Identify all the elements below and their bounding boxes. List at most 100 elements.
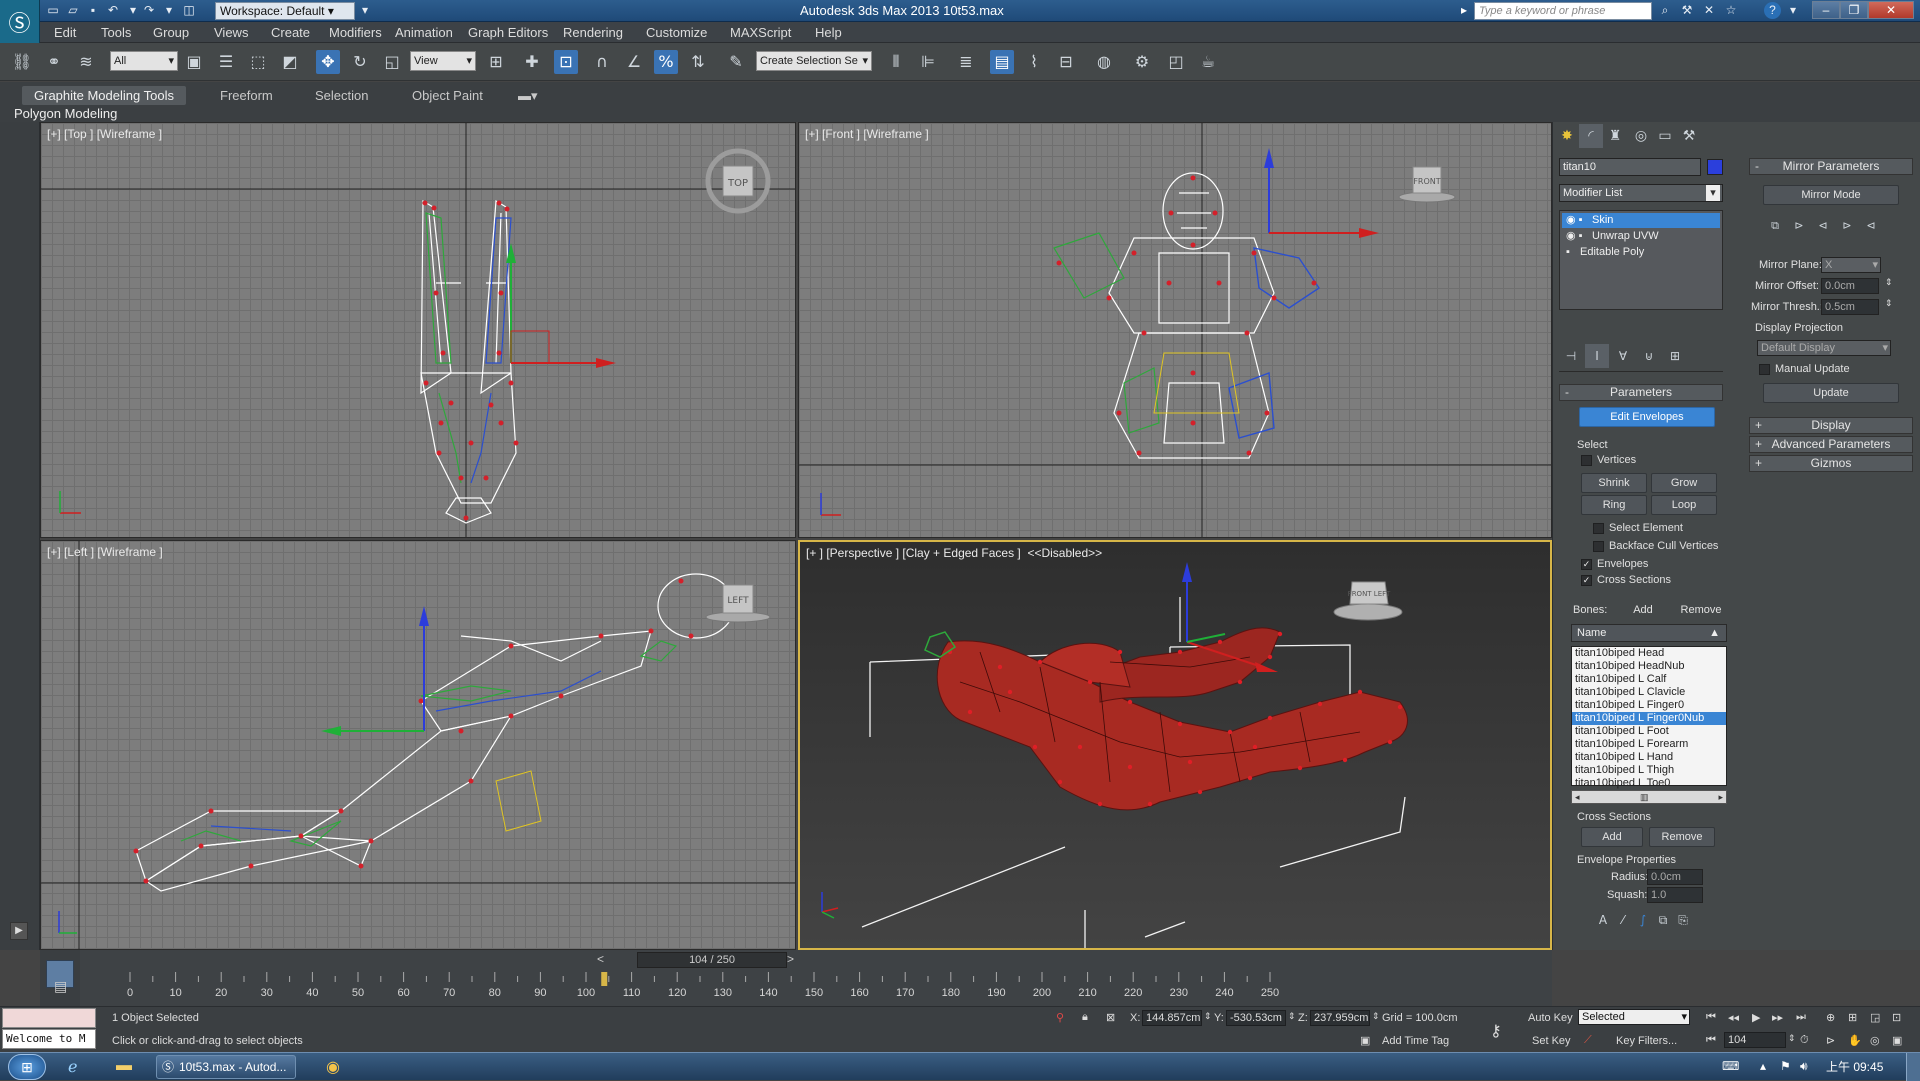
- mirror-parameters-rollout-header[interactable]: - Mirror Parameters: [1749, 158, 1913, 175]
- curve-editor-icon[interactable]: ⌇: [1022, 50, 1046, 74]
- file-explorer-icon[interactable]: ▬: [116, 1057, 132, 1075]
- grow-button[interactable]: Grow: [1651, 473, 1717, 493]
- rendered-frame-window-icon[interactable]: ◰: [1164, 50, 1188, 74]
- zoom-extents-icon[interactable]: ◲: [1870, 1011, 1880, 1024]
- mirror-offset-spinner[interactable]: 0.0cm: [1821, 278, 1879, 294]
- binoculars-icon[interactable]: ⌕: [1656, 2, 1674, 19]
- viewport-left[interactable]: LEFT [+] [Left ] [Wireframe ]: [40, 540, 796, 950]
- schematic-view-icon[interactable]: ⊟: [1054, 50, 1078, 74]
- help-icon[interactable]: ?: [1764, 2, 1781, 19]
- save-file-icon[interactable]: ▪: [84, 2, 102, 19]
- cross-sections-checkbox[interactable]: ✓: [1581, 575, 1592, 586]
- snaps-toggle-icon[interactable]: ∩: [590, 50, 614, 74]
- bone-list-item-selected[interactable]: titan10biped L Finger0Nub: [1572, 712, 1726, 725]
- mirror-icon[interactable]: ⫴: [884, 50, 908, 74]
- select-object-icon[interactable]: ▣: [182, 50, 206, 74]
- workspace-dropdown-arrow-icon[interactable]: ▾: [356, 2, 374, 19]
- display-projection-dropdown[interactable]: Default Display ▾: [1757, 340, 1891, 356]
- redo-dropdown-icon[interactable]: ▾: [160, 2, 178, 19]
- object-name-field[interactable]: titan10: [1559, 158, 1701, 176]
- paste-green-to-blue-verts-icon[interactable]: ⊳: [1835, 214, 1859, 238]
- named-selection-sets-dropdown[interactable]: Create Selection Se ▾: [756, 51, 872, 71]
- select-manipulate-icon[interactable]: ✚: [520, 50, 544, 74]
- create-tab-icon[interactable]: ✸: [1555, 124, 1579, 148]
- maximize-viewport-icon[interactable]: ▣: [1892, 1034, 1902, 1047]
- bone-list-item[interactable]: titan10biped Head: [1572, 647, 1726, 660]
- favorites-icon[interactable]: ☆: [1722, 2, 1740, 19]
- mirror-thresh-spin-arrows-icon[interactable]: ⇕: [1885, 298, 1893, 309]
- z-coordinate-field[interactable]: 237.959cm: [1310, 1010, 1370, 1026]
- action-center-icon[interactable]: ⚑: [1780, 1059, 1791, 1073]
- align-icon[interactable]: ⊫: [916, 50, 940, 74]
- material-editor-icon[interactable]: ◍: [1092, 50, 1116, 74]
- render-setup-icon[interactable]: ⚙: [1130, 50, 1154, 74]
- menu-animation[interactable]: Animation: [395, 25, 453, 40]
- y-coordinate-field[interactable]: -530.53cm: [1226, 1010, 1286, 1026]
- update-button[interactable]: Update: [1763, 383, 1899, 403]
- stack-item-editable-poly[interactable]: ▪ Editable Poly: [1562, 245, 1720, 260]
- auto-key-button[interactable]: Auto Key: [1528, 1012, 1573, 1024]
- zoom-icon[interactable]: ⊕: [1826, 1011, 1835, 1024]
- redo-icon[interactable]: ↷: [140, 2, 158, 19]
- viewport-front[interactable]: FRONT [+] [Front ] [Wireframe ]: [798, 122, 1552, 538]
- bone-list-item[interactable]: titan10biped L Foot: [1572, 725, 1726, 738]
- motion-tab-icon[interactable]: ◎: [1629, 124, 1653, 148]
- show-desktop-button[interactable]: [1906, 1053, 1920, 1081]
- configure-modifier-sets-icon[interactable]: ⊞: [1663, 344, 1687, 368]
- shrink-button[interactable]: Shrink: [1581, 473, 1647, 493]
- unlink-icon[interactable]: ⚭: [42, 50, 66, 74]
- select-by-name-icon[interactable]: ☰: [214, 50, 238, 74]
- keyboard-layout-icon[interactable]: ⌨: [1722, 1059, 1739, 1073]
- time-slider-next-icon[interactable]: >: [787, 952, 794, 966]
- tab-freeform[interactable]: Freeform: [208, 86, 285, 105]
- timeline-ruler[interactable]: 0 10 20 30 40 50 60 70 80 90 100 110 120 130 140 150 160…: [95, 972, 1535, 1002]
- display-rollout-header[interactable]: + Display: [1749, 417, 1913, 434]
- menu-maxscript[interactable]: MAXScript: [730, 25, 791, 40]
- cross-sections-add-button[interactable]: Add: [1581, 827, 1643, 847]
- mirror-plane-dropdown[interactable]: X ▾: [1821, 257, 1881, 273]
- advanced-parameters-rollout-header[interactable]: + Advanced Parameters: [1749, 436, 1913, 453]
- workspace-dropdown[interactable]: Workspace: Default ▾: [215, 2, 355, 20]
- edit-named-selection-icon[interactable]: ✎: [724, 50, 748, 74]
- viewport-top[interactable]: TOP [+] [Top ] [Wireframe ]: [40, 122, 796, 538]
- remove-modifier-icon[interactable]: ⊍: [1637, 344, 1661, 368]
- expand-toolbar-icon[interactable]: ▶: [10, 922, 28, 940]
- bones-remove-button[interactable]: Remove: [1673, 600, 1729, 620]
- help-dropdown-icon[interactable]: ▾: [1784, 2, 1802, 19]
- zoom-all-icon[interactable]: ⊞: [1848, 1011, 1857, 1024]
- bone-list-item[interactable]: titan10biped L Forearm: [1572, 738, 1726, 751]
- show-end-result-icon[interactable]: Ⅰ: [1585, 344, 1609, 368]
- volume-icon[interactable]: 🔊︎: [1800, 1059, 1808, 1074]
- tab-selection[interactable]: Selection: [303, 86, 380, 105]
- new-file-icon[interactable]: ▭: [44, 2, 62, 19]
- app-logo-icon[interactable]: Ⓢ: [0, 0, 40, 44]
- object-color-swatch[interactable]: [1707, 159, 1723, 175]
- menu-tools[interactable]: Tools: [101, 25, 131, 40]
- search-input[interactable]: Type a keyword or phrase: [1474, 2, 1652, 20]
- polygon-modeling-panel-label[interactable]: Polygon Modeling: [14, 106, 117, 121]
- parameters-rollout-header[interactable]: - Parameters: [1559, 384, 1723, 401]
- vertices-checkbox[interactable]: [1581, 455, 1592, 466]
- tray-expand-icon[interactable]: ▴: [1760, 1059, 1766, 1073]
- paste-green-to-blue-icon[interactable]: ⊳: [1787, 214, 1811, 238]
- keyboard-shortcut-override-icon[interactable]: ⊡: [554, 50, 578, 74]
- render-production-icon[interactable]: ☕: [1196, 50, 1220, 74]
- viewport-perspective[interactable]: FRONT LEFT [+ ] [Perspective ] [Clay + E…: [798, 540, 1552, 950]
- frame-spinner-icon[interactable]: ⇕: [1788, 1033, 1796, 1044]
- gizmos-rollout-header[interactable]: + Gizmos: [1749, 455, 1913, 472]
- bones-list[interactable]: titan10biped Head titan10biped HeadNub t…: [1571, 646, 1727, 789]
- utilities-tab-icon[interactable]: ⚒: [1677, 124, 1701, 148]
- taskbar-3dsmax-button[interactable]: Ⓢ 10t53.max - Autod...: [156, 1055, 296, 1079]
- select-and-link-icon[interactable]: ⛓: [10, 50, 34, 74]
- bones-name-column-header[interactable]: Name ▲: [1571, 624, 1727, 642]
- ribbon-options-icon[interactable]: ▬▾: [512, 86, 544, 105]
- bone-list-item[interactable]: titan10biped L Calf: [1572, 673, 1726, 686]
- display-tab-icon[interactable]: ▭: [1653, 124, 1677, 148]
- search-expand-icon[interactable]: ▸: [1455, 2, 1473, 19]
- make-unique-icon[interactable]: ∀: [1611, 344, 1635, 368]
- menu-edit[interactable]: Edit: [54, 25, 76, 40]
- selection-lock-icon[interactable]: 🔒︎: [1082, 1011, 1088, 1024]
- squash-spinner[interactable]: 1.0: [1647, 887, 1703, 903]
- backface-cull-checkbox[interactable]: [1593, 541, 1604, 552]
- isolate-selection-icon[interactable]: ⚲: [1056, 1011, 1064, 1024]
